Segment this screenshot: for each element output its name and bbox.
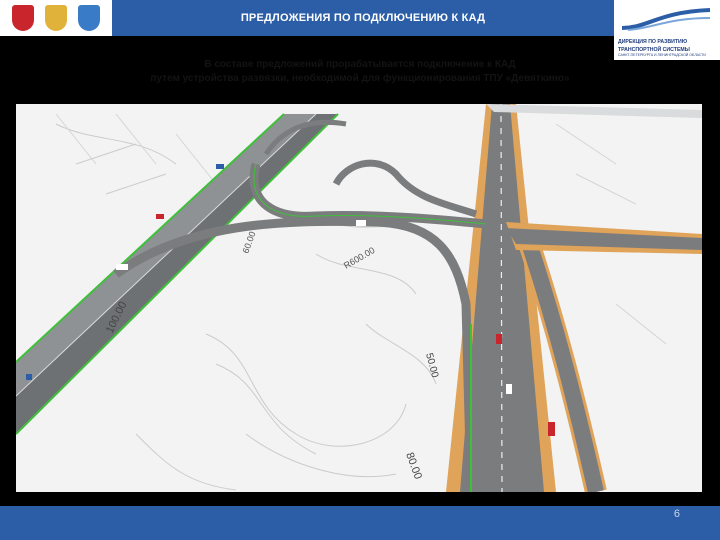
leningrad-oblast-emblem-icon xyxy=(78,5,101,31)
page-number: 6 xyxy=(673,508,680,520)
interchange-render: 100.00 80.00 60.00 50.00 R600.00 xyxy=(16,104,702,492)
spb-emblem-icon xyxy=(11,5,34,31)
logo-line-3: САНКТ-ПЕТЕРБУРГА И ЛЕНИНГРАДСКОЙ ОБЛАСТИ xyxy=(618,53,706,57)
logo-line-1: ДИРЕКЦИЯ ПО РАЗВИТИЮ xyxy=(618,39,688,45)
footer-band xyxy=(0,506,720,540)
chainage-label-50: 50.00 xyxy=(423,352,440,379)
directorate-logo: ДИРЕКЦИЯ ПО РАЗВИТИЮ ТРАНСПОРТНОЙ СИСТЕМ… xyxy=(614,0,720,60)
radius-label: R600.00 xyxy=(342,245,376,271)
interchange-svg: 100.00 80.00 60.00 50.00 R600.00 xyxy=(16,104,702,492)
road-curve-icon xyxy=(621,8,711,31)
chainage-label-60: 60.00 xyxy=(240,230,257,255)
left-logos xyxy=(0,0,112,36)
subtitle-line-1: В составе предложений прорабатывается по… xyxy=(204,59,516,70)
slide-subtitle: В составе предложений прорабатывается по… xyxy=(40,58,680,86)
russia-emblem-icon xyxy=(44,5,67,31)
subtitle-line-2: путем устройства развязки, необходимой д… xyxy=(150,73,570,84)
chainage-label-80: 80.00 xyxy=(403,451,424,481)
page-title: ПРЕДЛОЖЕНИЯ ПО ПОДКЛЮЧЕНИЮ К КАД xyxy=(112,0,614,36)
